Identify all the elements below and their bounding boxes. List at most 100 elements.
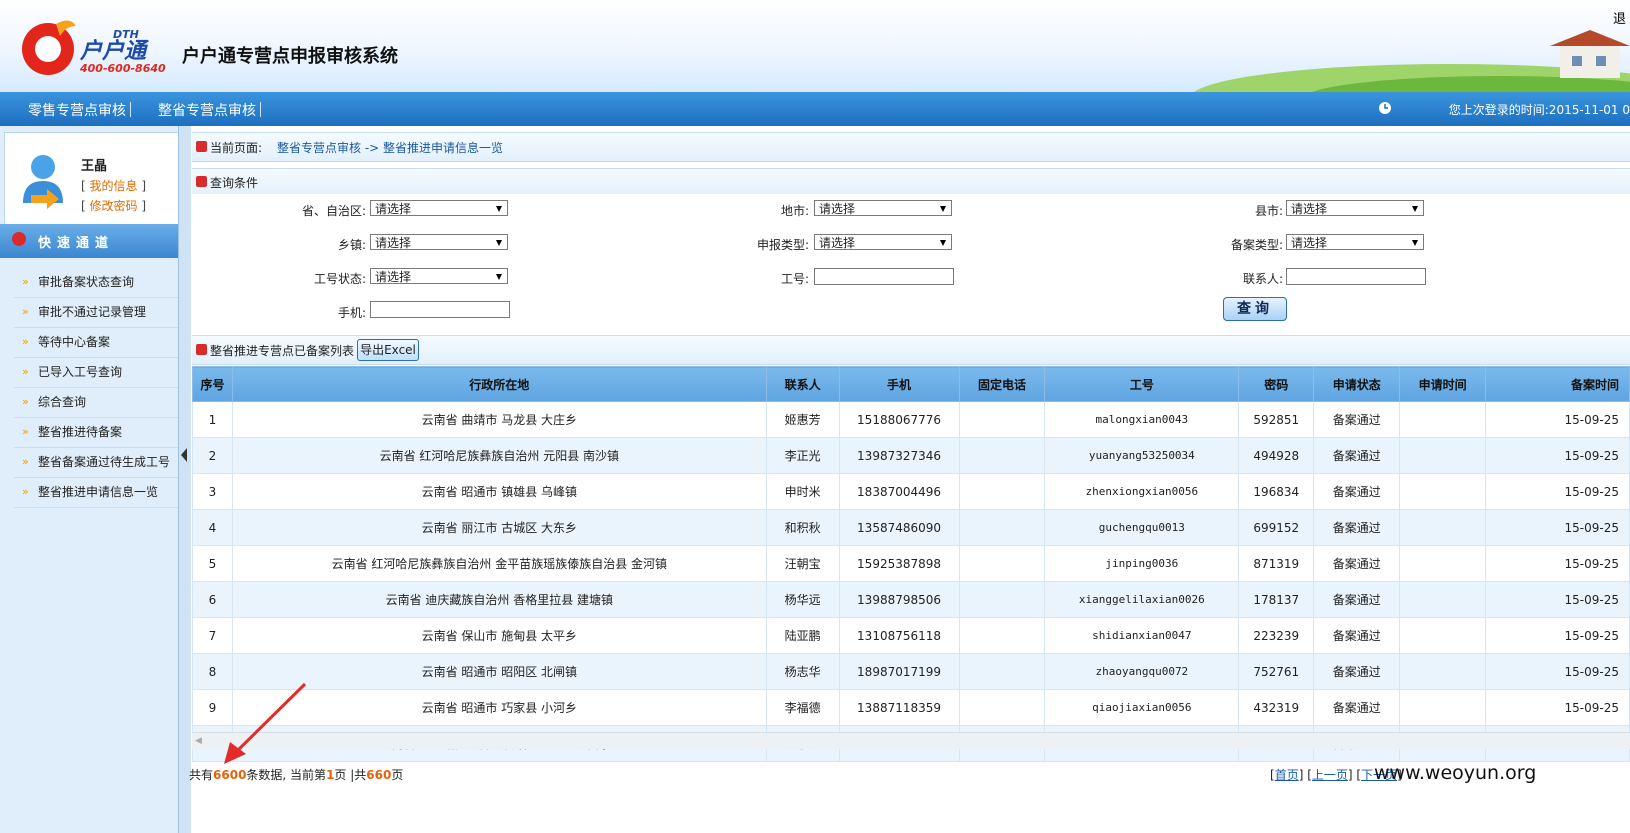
table-row[interactable]: 5 云南省 红河哈尼族彝族自治州 金平苗族瑶族傣族自治县 金河镇 汪朝宝 159253…: [192, 545, 1630, 582]
job-no-input[interactable]: [814, 268, 954, 285]
menu-item-rejected-records[interactable]: » 审批不通过记录管理: [14, 298, 180, 328]
scroll-left-icon[interactable]: ◀: [195, 736, 202, 746]
table-cell: [958, 509, 1046, 546]
table-cell: 15925387898: [838, 545, 960, 582]
table-cell: 申时米: [765, 473, 840, 510]
city-label: 地市:: [780, 204, 809, 218]
table-cell: [1399, 617, 1487, 654]
table-cell: 备案通过: [1313, 581, 1401, 618]
dropdown-arrow-icon: [940, 240, 946, 246]
logout-link[interactable]: 退: [1613, 8, 1626, 27]
table-row[interactable]: 2 云南省 红河哈尼族彝族自治州 元阳县 南沙镇 李正光 13987327346 yua…: [192, 437, 1630, 474]
table-row[interactable]: 1 云南省 曲靖市 马龙县 大庄乡 姬惠芳 15188067776 malongxian…: [192, 401, 1630, 438]
city-select[interactable]: 请选择: [814, 200, 952, 216]
table-cell: 13887118359: [838, 689, 960, 726]
table-cell: malongxian0043: [1044, 401, 1240, 438]
change-password-link[interactable]: 修改密码: [90, 199, 138, 213]
table-cell: 6: [192, 581, 233, 618]
table-cell: 13587486090: [838, 509, 960, 546]
last-login-text: 您上次登录的时间:2015-11-01 0: [1448, 103, 1630, 117]
col-header[interactable]: 申请时间: [1399, 366, 1487, 402]
table-cell: 15-09-25: [1485, 617, 1630, 654]
town-select[interactable]: 请选择: [370, 234, 508, 250]
table-cell: 15-09-25: [1485, 401, 1630, 438]
table-cell: 备案通过: [1313, 653, 1401, 690]
table-cell: 494928: [1238, 437, 1315, 474]
collapse-arrow-icon[interactable]: [181, 448, 187, 462]
county-select[interactable]: 请选择: [1286, 200, 1424, 216]
table-cell: [958, 473, 1046, 510]
col-header[interactable]: 联系人: [765, 366, 840, 402]
hht-logo: DTH 户户通 400-600-8640: [22, 20, 166, 75]
table-cell: 15-09-25: [1485, 653, 1630, 690]
menu-item-waiting-center[interactable]: » 等待中心备案: [14, 328, 180, 358]
col-header[interactable]: 工号: [1044, 366, 1240, 402]
table-row[interactable]: 8 云南省 昭通市 昭阳区 北闸镇 杨志华 18987017199 zhaoyangqu…: [192, 653, 1630, 690]
records-table: 序号 行政所在地 联系人 手机 固定电话 工号 密码 申请状态 申请时间 备案时…: [192, 366, 1630, 762]
record-type-select[interactable]: 请选择: [1286, 234, 1424, 250]
table-row[interactable]: 4 云南省 丽江市 古城区 大东乡 和积秋 13587486090 guchengqu0…: [192, 509, 1630, 546]
table-cell: 15188067776: [838, 401, 960, 438]
province-label: 省、自治区:: [301, 204, 366, 218]
col-header[interactable]: 密码: [1238, 366, 1315, 402]
prev-page-link[interactable]: 上一页: [1312, 768, 1348, 782]
contact-input[interactable]: [1286, 268, 1426, 285]
table-cell: [958, 617, 1046, 654]
table-row[interactable]: 7 云南省 保山市 施甸县 太平乡 陆亚鹏 13108756118 shidianxia…: [192, 617, 1630, 654]
check-icon: [12, 232, 26, 246]
col-header[interactable]: 行政所在地: [231, 366, 767, 402]
menu-item-generate-ids[interactable]: » 整省备案通过待生成工号: [14, 448, 180, 478]
col-header[interactable]: 手机: [838, 366, 960, 402]
table-cell: 18387004496: [838, 473, 960, 510]
breadcrumb-label: 当前页面:: [210, 141, 263, 155]
dropdown-arrow-icon: [1412, 240, 1418, 246]
clock-icon: [1379, 102, 1391, 114]
table-cell: 云南省 迪庆藏族自治州 香格里拉县 建塘镇: [231, 581, 767, 618]
province-select[interactable]: 请选择: [370, 200, 508, 216]
table-cell: 云南省 昭通市 昭阳区 北闸镇: [231, 653, 767, 690]
col-header[interactable]: 序号: [192, 366, 233, 402]
table-cell: 1: [192, 401, 233, 438]
horizontal-scrollbar[interactable]: ◀: [192, 732, 1630, 749]
chevron-right-icon: »: [22, 395, 29, 408]
total-pages: 660: [366, 768, 392, 782]
table-cell: [958, 401, 1046, 438]
table-row[interactable]: 6 云南省 迪庆藏族自治州 香格里拉县 建塘镇 杨华远 13988798506 xian…: [192, 581, 1630, 618]
bracket-left: [: [81, 179, 86, 193]
table-cell: [1399, 401, 1487, 438]
menu-item-apply-list[interactable]: » 整省推进申请信息一览: [14, 478, 180, 508]
job-status-select[interactable]: 请选择: [370, 268, 508, 284]
menu-item-status-query[interactable]: » 审批备案状态查询: [14, 268, 180, 298]
dropdown-arrow-icon: [1412, 206, 1418, 212]
query-button[interactable]: 查询: [1223, 297, 1287, 321]
col-header[interactable]: 固定电话: [958, 366, 1046, 402]
menu-item-general-query[interactable]: » 综合查询: [14, 388, 180, 418]
mobile-input[interactable]: [370, 301, 510, 318]
menu-item-pending-record[interactable]: » 整省推进待备案: [14, 418, 180, 448]
table-cell: 15-09-25: [1485, 473, 1630, 510]
table-cell: 和积秋: [765, 509, 840, 546]
table-cell: guchengqu0013: [1044, 509, 1240, 546]
table-cell: [958, 437, 1046, 474]
col-header[interactable]: 申请状态: [1313, 366, 1401, 402]
quick-nav-title: 快速通道: [38, 236, 115, 251]
table-cell: 云南省 红河哈尼族彝族自治州 元阳县 南沙镇: [231, 437, 767, 474]
dropdown-arrow-icon: [496, 240, 502, 246]
nav-province-audit[interactable]: 整省专营点审核: [158, 100, 256, 120]
breadcrumb-path[interactable]: 整省专营点审核 -> 整省推进申请信息一览: [277, 139, 503, 156]
col-header[interactable]: 备案时间: [1485, 366, 1630, 402]
table-cell: [1399, 509, 1487, 546]
sidebar-splitter[interactable]: [178, 126, 191, 833]
nav-retail-audit[interactable]: 零售专营点审核: [28, 100, 126, 120]
my-info-link[interactable]: 我的信息: [90, 179, 138, 193]
mobile-label: 手机:: [337, 306, 366, 320]
table-row[interactable]: 9 云南省 昭通市 巧家县 小河乡 李福德 13887118359 qiaojiaxia…: [192, 689, 1630, 726]
export-excel-button[interactable]: 导出Excel: [357, 339, 419, 361]
first-page-link[interactable]: 首页: [1275, 768, 1299, 782]
menu-item-imported-ids[interactable]: » 已导入工号查询: [14, 358, 180, 388]
table-row[interactable]: 3 云南省 昭通市 镇雄县 乌峰镇 申时米 18387004496 zhenxiongx…: [192, 473, 1630, 510]
quick-nav-header: 快速通道: [0, 224, 186, 258]
apply-type-select[interactable]: 请选择: [814, 234, 952, 250]
record-type-label: 备案类型:: [1230, 238, 1283, 252]
table-cell: [1399, 437, 1487, 474]
